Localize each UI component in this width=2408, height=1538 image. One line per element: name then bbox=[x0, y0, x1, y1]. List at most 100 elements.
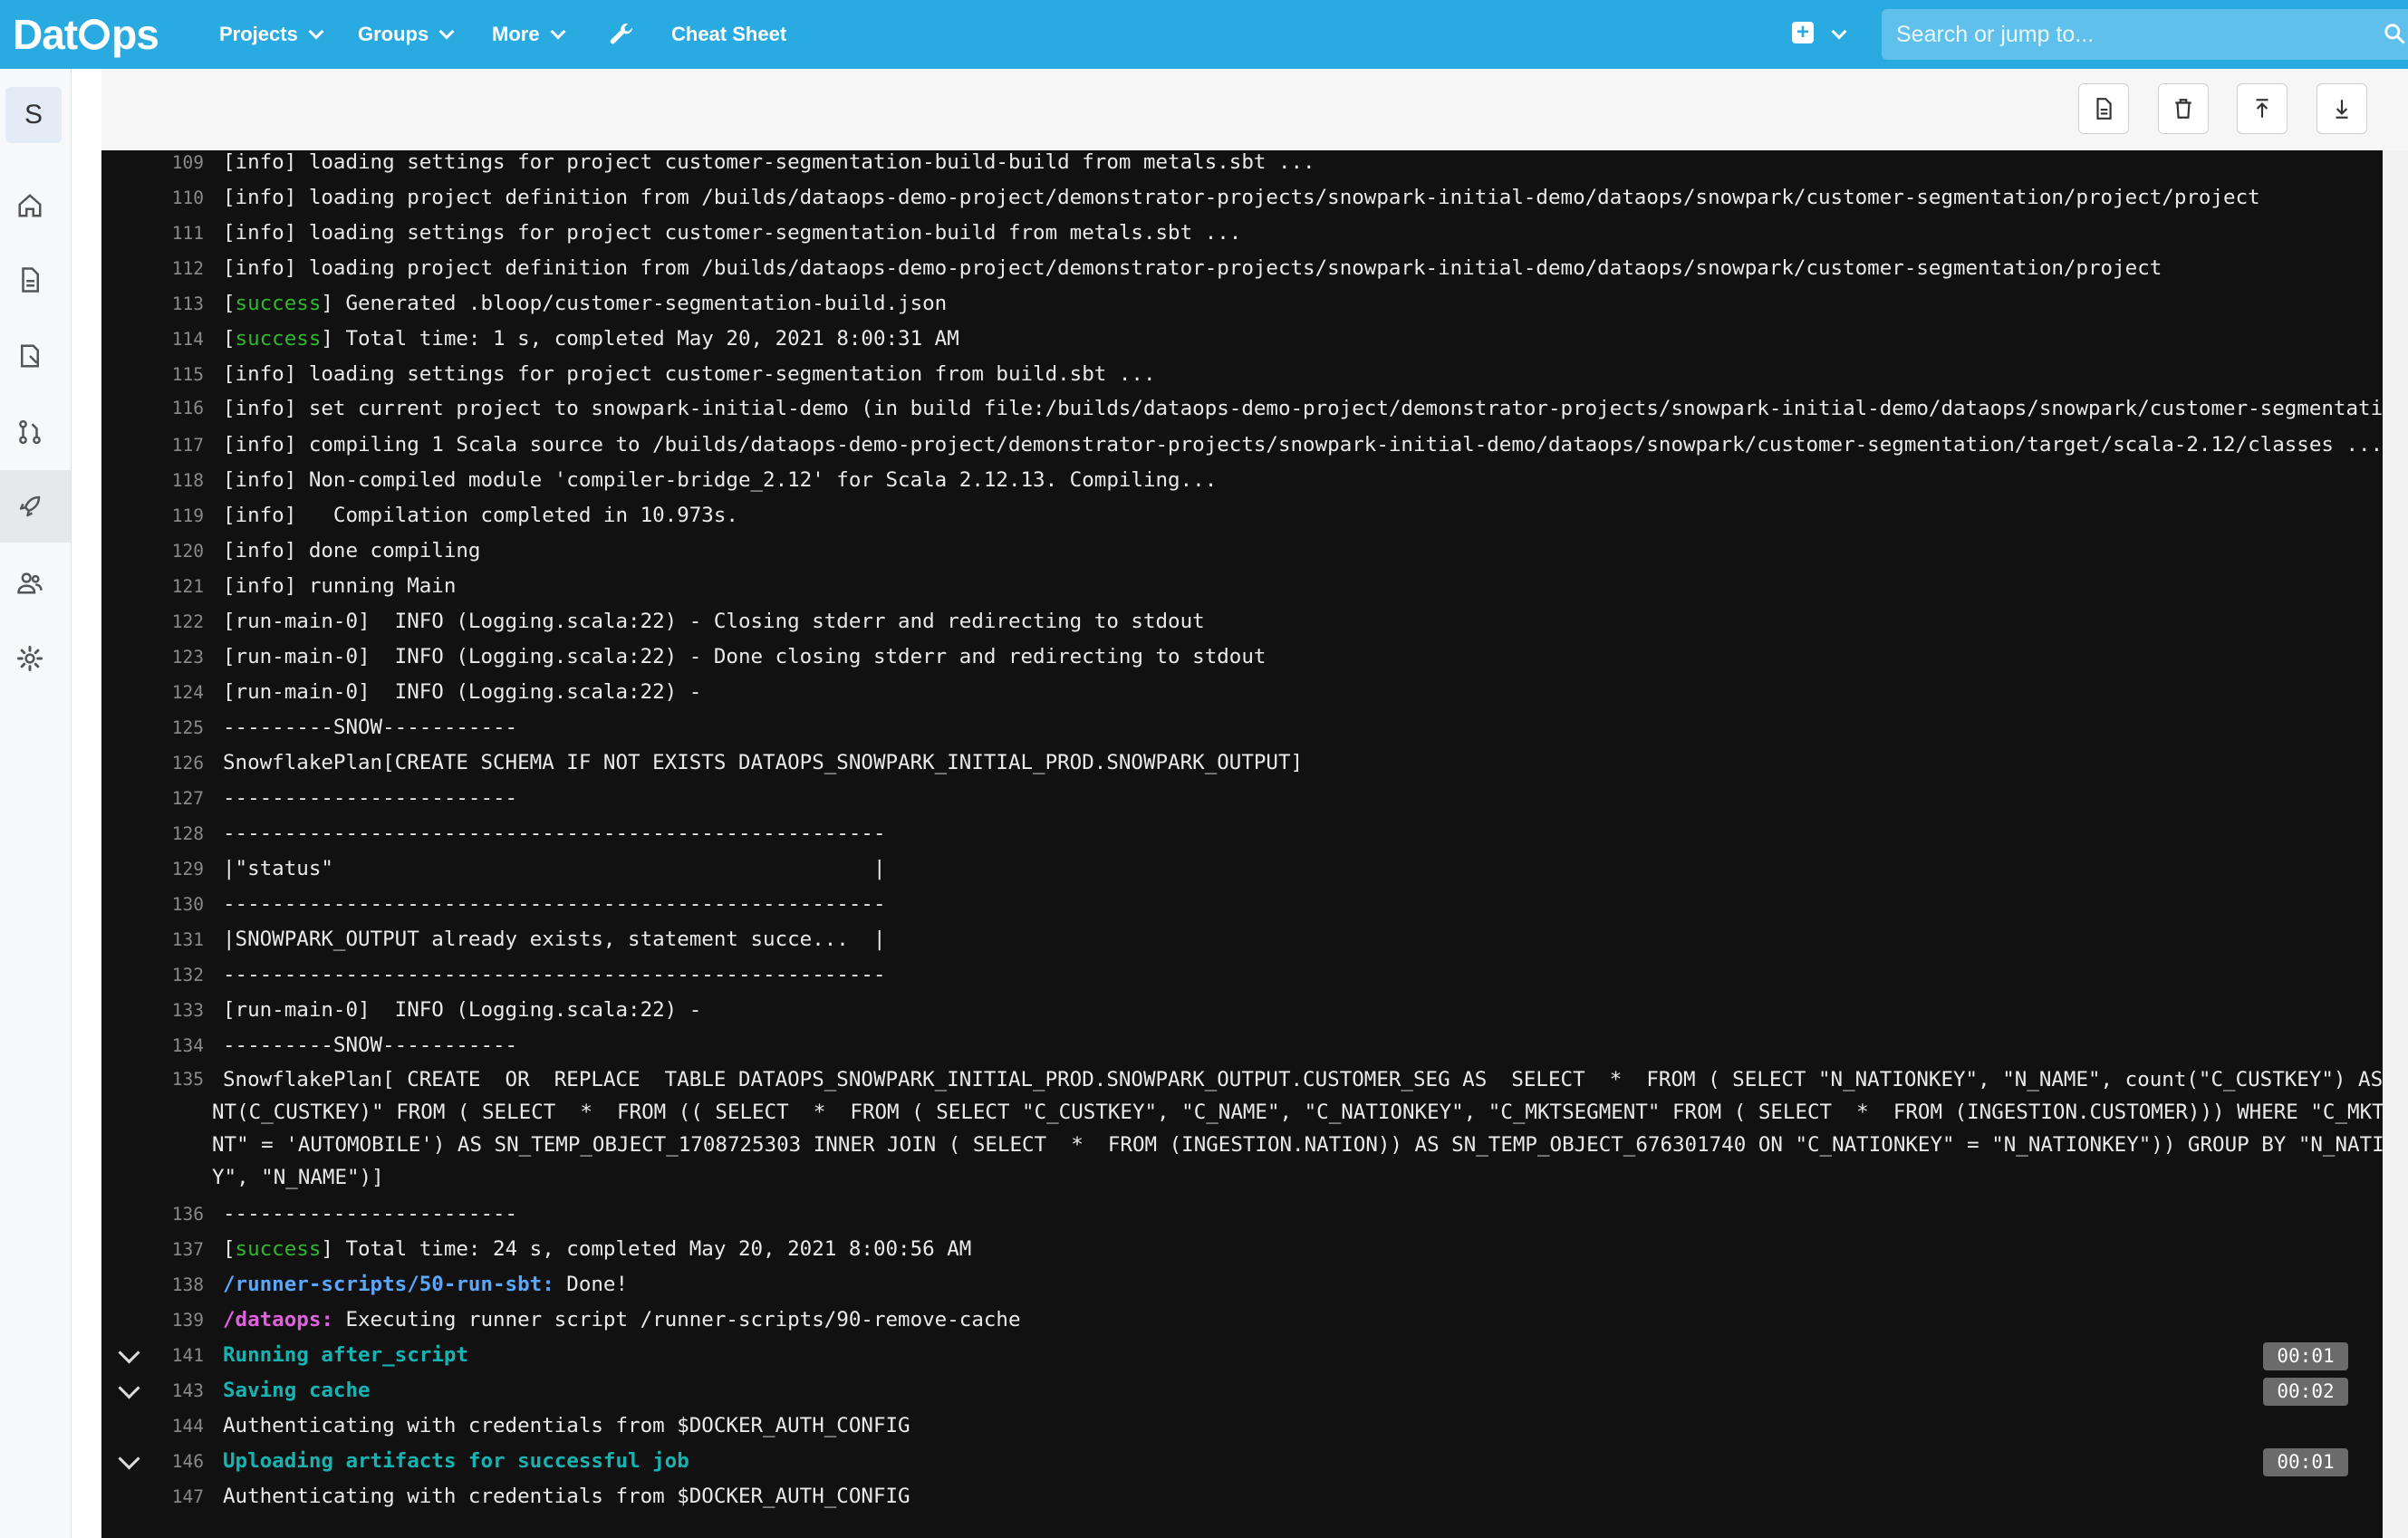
chevron-down-icon bbox=[438, 24, 455, 40]
log-line-number[interactable]: 132 bbox=[101, 957, 204, 993]
log-line-text: |SNOWPARK_OUTPUT already exists, stateme… bbox=[223, 922, 2383, 957]
log-line-number[interactable]: 120 bbox=[101, 533, 204, 569]
log-text-segment: [info] loading settings for project cust… bbox=[223, 362, 1156, 386]
log-line: 144 Authenticating with credentials from … bbox=[101, 1408, 2383, 1444]
log-line-number[interactable]: 109 bbox=[101, 150, 204, 180]
chevron-down-icon bbox=[550, 24, 566, 40]
log-line-number[interactable]: 124 bbox=[101, 675, 204, 710]
wrench-icon[interactable] bbox=[607, 0, 636, 69]
log-line: 127 ------------------------ bbox=[101, 781, 2383, 816]
log-line-number[interactable]: 147 bbox=[101, 1479, 204, 1514]
log-line-number[interactable]: 113 bbox=[101, 286, 204, 322]
log-line-number[interactable]: 123 bbox=[101, 639, 204, 675]
log-text-segment: ----------------------------------------… bbox=[223, 963, 886, 986]
log-line-text: ------------------------ bbox=[223, 1197, 2383, 1232]
log-line-text: Saving cache bbox=[223, 1373, 2383, 1408]
log-line-number[interactable]: 130 bbox=[101, 887, 204, 922]
log-line: 139/dataops: Executing runner script /ru… bbox=[101, 1302, 2383, 1338]
log-line-text: /runner-scripts/50-run-sbt: Done! bbox=[223, 1267, 2383, 1302]
log-line: 133 [run-main-0] INFO (Logging.scala:22) … bbox=[101, 993, 2383, 1028]
scroll-to-top-button[interactable] bbox=[2237, 83, 2288, 134]
log-line-number[interactable]: 115 bbox=[101, 357, 204, 392]
log-line-text: [info] done compiling bbox=[223, 533, 2383, 569]
log-line-number[interactable]: 112 bbox=[101, 251, 204, 286]
nav-more-label: More bbox=[492, 23, 540, 45]
log-line: 116 [info] set current project to snowpar… bbox=[101, 392, 2383, 428]
log-line-number[interactable]: 118 bbox=[101, 463, 204, 498]
log-text-segment: [run-main-0] INFO (Logging.scala:22) - D… bbox=[223, 645, 1267, 668]
log-line-number[interactable]: 144 bbox=[101, 1408, 204, 1444]
log-line-number[interactable]: 125 bbox=[101, 710, 204, 745]
log-text-segment: [ bbox=[223, 292, 236, 315]
log-line-number[interactable]: 117 bbox=[101, 428, 204, 463]
log-line-number[interactable]: 128 bbox=[101, 816, 204, 851]
merge-request-icon[interactable] bbox=[14, 417, 45, 447]
log-line-number[interactable]: 146 bbox=[101, 1444, 204, 1479]
arrow-up-icon bbox=[2256, 99, 2268, 118]
log-line-number[interactable]: 134 bbox=[101, 1028, 204, 1063]
log-line-text: SnowflakePlan[ CREATE OR REPLACE TABLE D… bbox=[212, 1063, 2383, 1194]
document-icon[interactable] bbox=[14, 264, 45, 295]
log-scrollbar[interactable] bbox=[2383, 150, 2408, 1538]
log-line: 135 SnowflakePlan[ CREATE OR REPLACE TABL… bbox=[101, 1063, 2383, 1197]
log-line: 109 [info] loading settings for project c… bbox=[101, 150, 2383, 180]
new-item-dropdown-chevron[interactable] bbox=[1821, 0, 1847, 69]
log-line-number[interactable]: 114 bbox=[101, 322, 204, 357]
log-line-number[interactable]: 131 bbox=[101, 922, 204, 957]
log-line-number[interactable]: 111 bbox=[101, 216, 204, 251]
log-text-segment: [info] compiling 1 Scala source to /buil… bbox=[223, 433, 2383, 457]
log-line-number[interactable]: 139 bbox=[101, 1302, 204, 1338]
log-section-header[interactable]: 146 Uploading artifacts for successful jo… bbox=[101, 1444, 2383, 1479]
erase-log-button[interactable] bbox=[2158, 83, 2209, 134]
log-line-number[interactable]: 121 bbox=[101, 569, 204, 604]
log-text-segment: Saving cache bbox=[223, 1379, 371, 1402]
members-icon[interactable] bbox=[14, 567, 45, 598]
log-line-number[interactable]: 143 bbox=[101, 1373, 204, 1408]
log-line-text: [info] loading settings for project cust… bbox=[223, 216, 2383, 251]
log-section-header[interactable]: 141 Running after_script 00:01 bbox=[101, 1338, 2383, 1373]
project-avatar[interactable]: S bbox=[5, 87, 62, 143]
left-sidebar: S bbox=[0, 69, 72, 1538]
settings-icon[interactable] bbox=[14, 643, 45, 674]
log-line-number[interactable]: 127 bbox=[101, 781, 204, 816]
nav-more-dropdown[interactable]: More bbox=[492, 0, 566, 69]
log-line-number[interactable]: 141 bbox=[101, 1338, 204, 1373]
log-text-segment: Done! bbox=[554, 1273, 629, 1296]
log-line: 113 [success] Generated .bloop/customer-s… bbox=[101, 286, 2383, 322]
search-input[interactable] bbox=[1882, 20, 2351, 49]
log-line-number[interactable]: 110 bbox=[101, 180, 204, 216]
log-line: 122 [run-main-0] INFO (Logging.scala:22) … bbox=[101, 604, 2383, 639]
issues-icon[interactable] bbox=[14, 341, 45, 371]
dataops-logo[interactable]: Dat ps bbox=[13, 9, 159, 60]
log-line-number[interactable]: 133 bbox=[101, 993, 204, 1028]
log-line-text: Authenticating with credentials from $DO… bbox=[223, 1479, 2383, 1514]
arrow-down-icon bbox=[2336, 100, 2348, 119]
log-line-number[interactable]: 116 bbox=[101, 392, 204, 425]
log-text-segment: [info] loading settings for project cust… bbox=[223, 150, 1315, 174]
rocket-icon[interactable] bbox=[14, 491, 45, 522]
nav-groups-dropdown[interactable]: Groups bbox=[358, 0, 455, 69]
log-line-number[interactable]: 119 bbox=[101, 498, 204, 533]
section-duration-badge: 00:01 bbox=[2263, 1342, 2348, 1370]
home-icon[interactable] bbox=[14, 190, 45, 221]
log-line-number[interactable]: 135 bbox=[101, 1063, 204, 1096]
log-line-number[interactable]: 136 bbox=[101, 1197, 204, 1232]
raw-log-button[interactable] bbox=[2078, 83, 2129, 134]
log-line-number[interactable]: 137 bbox=[101, 1232, 204, 1267]
log-line-text: [info] set current project to snowpark-i… bbox=[212, 392, 2383, 425]
nav-projects-dropdown[interactable]: Projects bbox=[219, 0, 324, 69]
scroll-to-bottom-button[interactable] bbox=[2316, 83, 2367, 134]
search-icon[interactable] bbox=[2383, 22, 2406, 50]
log-line-number[interactable]: 129 bbox=[101, 851, 204, 887]
log-line-number[interactable]: 138 bbox=[101, 1267, 204, 1302]
log-line-number[interactable]: 122 bbox=[101, 604, 204, 639]
new-item-plus-icon[interactable]: + bbox=[1792, 22, 1814, 43]
log-text-segment: [ bbox=[223, 1237, 236, 1261]
log-text-segment: Uploading artifacts for successful job bbox=[223, 1449, 689, 1473]
log-section-header[interactable]: 143 Saving cache 00:02 bbox=[101, 1373, 2383, 1408]
nav-projects-label: Projects bbox=[219, 23, 298, 45]
nav-groups-label: Groups bbox=[358, 23, 429, 45]
log-line: 114 [success] Total time: 1 s, completed … bbox=[101, 322, 2383, 357]
log-line-number[interactable]: 126 bbox=[101, 745, 204, 781]
cheat-sheet-link[interactable]: Cheat Sheet bbox=[671, 0, 786, 69]
